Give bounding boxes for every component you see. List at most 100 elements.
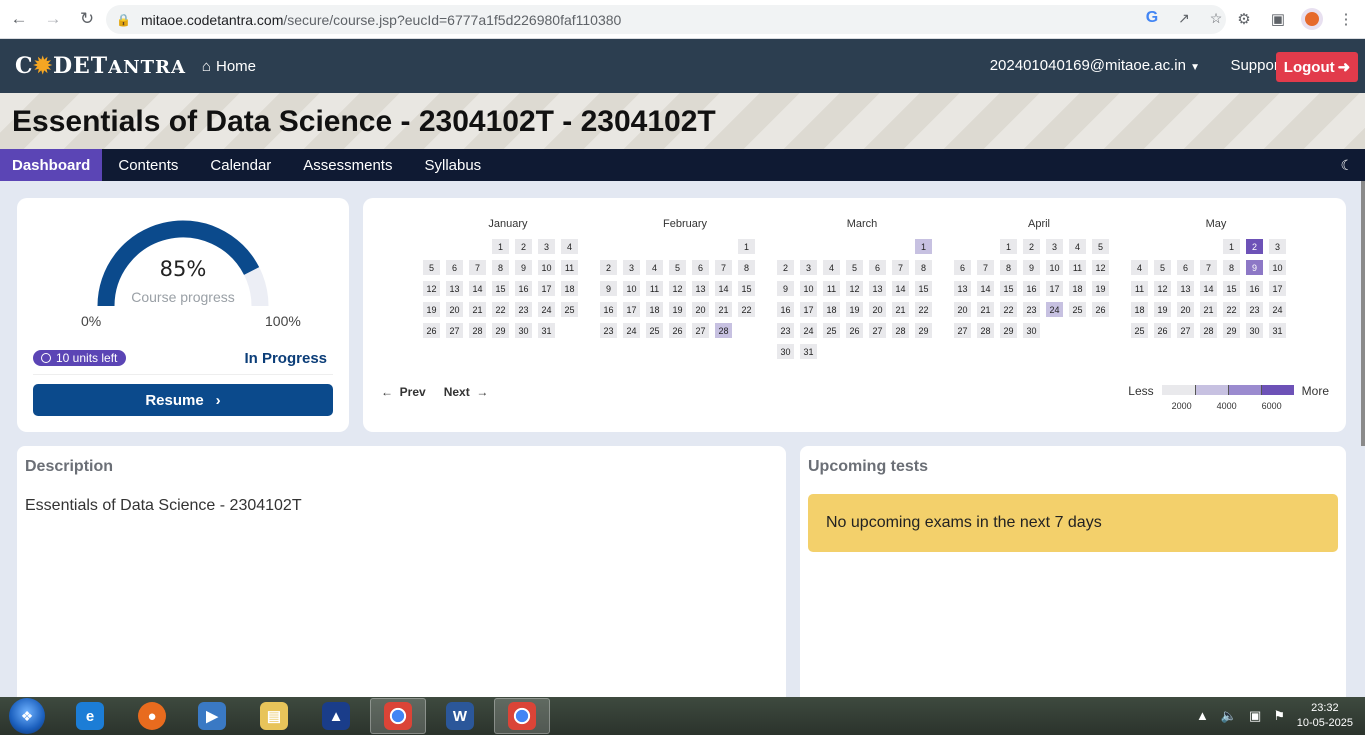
calendar-day[interactable]: 15	[1223, 281, 1240, 296]
calendar-day[interactable]: 2	[1246, 239, 1263, 254]
star-icon[interactable]: ☆	[1207, 9, 1225, 27]
calendar-day[interactable]: 20	[1177, 302, 1194, 317]
calendar-day[interactable]: 1	[738, 239, 755, 254]
reload-icon[interactable]: ↻	[72, 4, 102, 34]
calendar-day[interactable]: 11	[823, 281, 840, 296]
calendar-day[interactable]: 11	[646, 281, 663, 296]
calendar-day[interactable]: 2	[600, 260, 617, 275]
calendar-day[interactable]: 26	[669, 323, 686, 338]
calendar-day[interactable]: 3	[1046, 239, 1063, 254]
calendar-day[interactable]: 27	[692, 323, 709, 338]
calendar-day[interactable]: 21	[469, 302, 486, 317]
calendar-day[interactable]: 29	[1000, 323, 1017, 338]
calendar-day[interactable]: 3	[623, 260, 640, 275]
calendar-day[interactable]: 25	[561, 302, 578, 317]
calendar-day[interactable]: 8	[1000, 260, 1017, 275]
calendar-day[interactable]: 19	[669, 302, 686, 317]
calendar-day[interactable]: 30	[1023, 323, 1040, 338]
calendar-day[interactable]: 16	[600, 302, 617, 317]
calendar-day[interactable]: 18	[823, 302, 840, 317]
tab-calendar[interactable]: Calendar	[194, 149, 287, 181]
taskbar-chrome-2[interactable]	[494, 698, 550, 734]
calendar-day[interactable]: 19	[846, 302, 863, 317]
share-icon[interactable]: ↗	[1175, 9, 1193, 27]
calendar-day[interactable]: 31	[538, 323, 555, 338]
calendar-day[interactable]: 17	[623, 302, 640, 317]
calendar-day[interactable]: 7	[1200, 260, 1217, 275]
resume-button[interactable]: Resume ›	[33, 384, 333, 416]
calendar-day[interactable]: 27	[446, 323, 463, 338]
calendar-day[interactable]: 29	[915, 323, 932, 338]
calendar-day[interactable]: 14	[1200, 281, 1217, 296]
back-icon[interactable]: ←	[4, 4, 34, 34]
calendar-day[interactable]: 5	[423, 260, 440, 275]
taskbar-ie[interactable]: e	[62, 698, 118, 734]
calendar-day[interactable]: 13	[1177, 281, 1194, 296]
system-clock[interactable]: 23:32 10-05-2025	[1297, 701, 1353, 731]
calendar-day[interactable]: 9	[515, 260, 532, 275]
calendar-day[interactable]: 17	[538, 281, 555, 296]
calendar-day[interactable]: 12	[1092, 260, 1109, 275]
address-bar[interactable]: 🔒 mitaoe.codetantra.com/secure/course.js…	[106, 5, 1226, 34]
calendar-day[interactable]: 14	[469, 281, 486, 296]
calendar-day[interactable]: 13	[869, 281, 886, 296]
calendar-day[interactable]: 11	[1069, 260, 1086, 275]
calendar-day[interactable]: 9	[600, 281, 617, 296]
calendar-day[interactable]: 22	[738, 302, 755, 317]
next-button[interactable]: Next →	[444, 385, 489, 399]
calendar-day[interactable]: 26	[423, 323, 440, 338]
calendar-day[interactable]: 20	[692, 302, 709, 317]
calendar-day[interactable]: 16	[1246, 281, 1263, 296]
codetantra-logo[interactable]: C✹DETANTRA	[15, 53, 186, 79]
dark-mode-toggle-icon[interactable]: ☾	[1340, 157, 1353, 174]
calendar-day[interactable]: 26	[1154, 323, 1171, 338]
calendar-day[interactable]: 17	[800, 302, 817, 317]
calendar-day[interactable]: 21	[977, 302, 994, 317]
calendar-day[interactable]: 10	[1046, 260, 1063, 275]
calendar-day[interactable]: 13	[954, 281, 971, 296]
calendar-day[interactable]: 14	[715, 281, 732, 296]
calendar-day[interactable]: 7	[469, 260, 486, 275]
calendar-day[interactable]: 27	[1177, 323, 1194, 338]
network-icon[interactable]: ▣	[1249, 708, 1261, 724]
calendar-day[interactable]: 13	[446, 281, 463, 296]
taskbar-media-player[interactable]: ▶	[184, 698, 240, 734]
calendar-day[interactable]: 31	[800, 344, 817, 359]
calendar-day[interactable]: 10	[623, 281, 640, 296]
taskbar-word[interactable]: W	[432, 698, 488, 734]
user-menu[interactable]: 202401040169@mitaoe.ac.in ▼	[990, 57, 1200, 74]
calendar-day[interactable]: 20	[869, 302, 886, 317]
profile-avatar[interactable]	[1301, 8, 1323, 30]
calendar-day[interactable]: 13	[692, 281, 709, 296]
action-center-flag-icon[interactable]: ⚑	[1273, 708, 1285, 724]
calendar-day[interactable]: 15	[492, 281, 509, 296]
calendar-day[interactable]: 28	[892, 323, 909, 338]
taskbar-explorer[interactable]: ▤	[246, 698, 302, 734]
calendar-day[interactable]: 5	[846, 260, 863, 275]
calendar-day[interactable]: 15	[1000, 281, 1017, 296]
calendar-day[interactable]: 10	[1269, 260, 1286, 275]
calendar-day[interactable]: 20	[954, 302, 971, 317]
taskbar-firefox[interactable]: ●	[124, 698, 180, 734]
calendar-day[interactable]: 27	[869, 323, 886, 338]
calendar-day[interactable]: 19	[1154, 302, 1171, 317]
start-button[interactable]: ❖	[9, 698, 45, 734]
calendar-day[interactable]: 8	[738, 260, 755, 275]
calendar-day[interactable]: 21	[892, 302, 909, 317]
calendar-day[interactable]: 3	[538, 239, 555, 254]
calendar-day[interactable]: 29	[492, 323, 509, 338]
calendar-day[interactable]: 23	[777, 323, 794, 338]
calendar-day[interactable]: 19	[423, 302, 440, 317]
tray-expand-icon[interactable]: ▲	[1196, 708, 1209, 724]
prev-button[interactable]: ← Prev	[381, 385, 426, 399]
calendar-day[interactable]: 12	[669, 281, 686, 296]
calendar-day[interactable]: 17	[1046, 281, 1063, 296]
calendar-day[interactable]: 5	[1092, 239, 1109, 254]
calendar-day[interactable]: 22	[1000, 302, 1017, 317]
calendar-day[interactable]: 23	[515, 302, 532, 317]
calendar-day[interactable]: 20	[446, 302, 463, 317]
calendar-day[interactable]: 16	[1023, 281, 1040, 296]
calendar-day[interactable]: 12	[1154, 281, 1171, 296]
calendar-day[interactable]: 30	[515, 323, 532, 338]
calendar-day[interactable]: 30	[1246, 323, 1263, 338]
